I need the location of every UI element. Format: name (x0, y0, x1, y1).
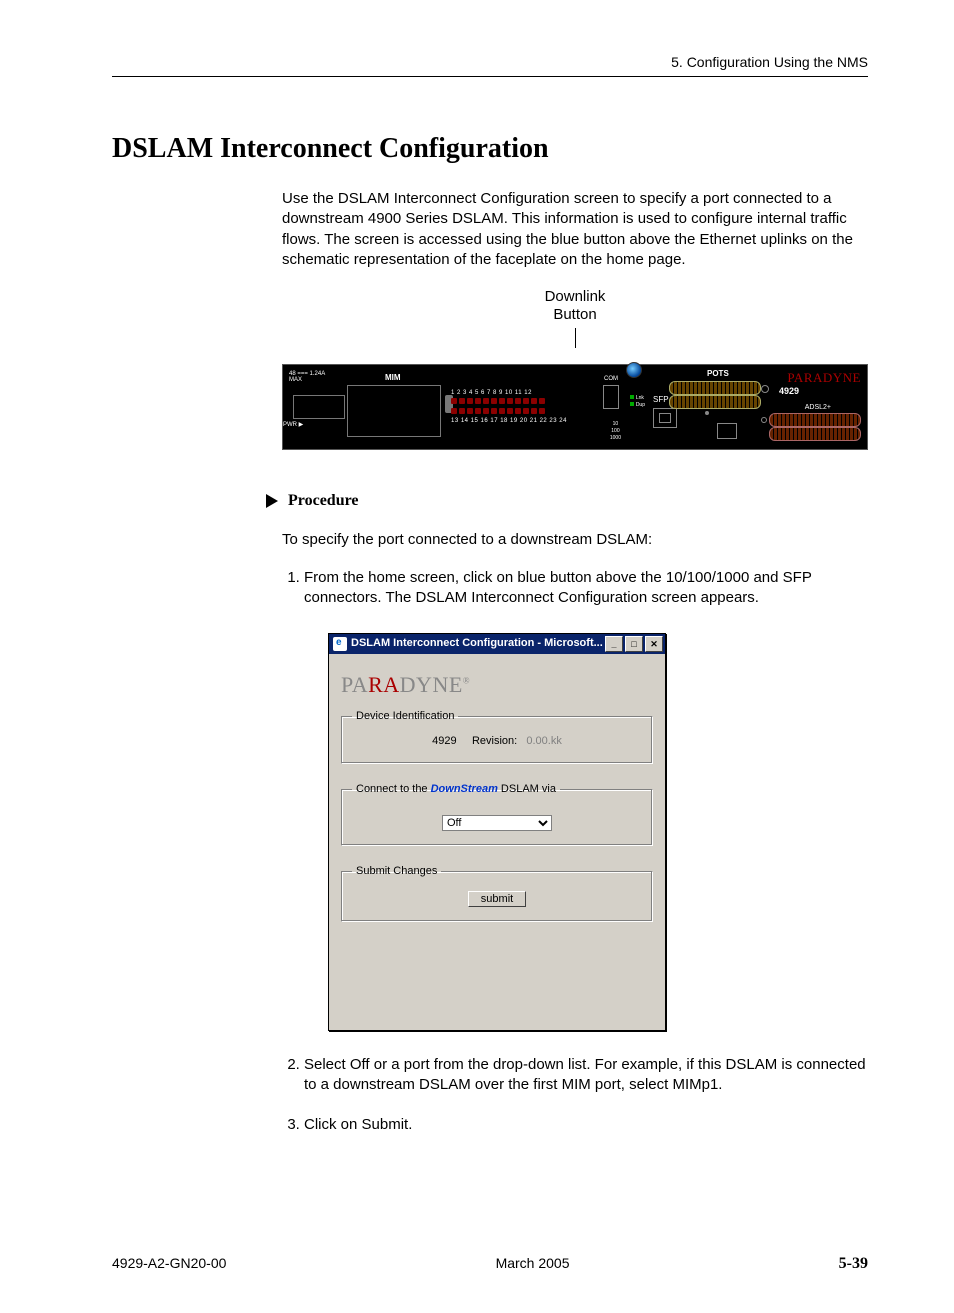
maximize-button[interactable]: □ (625, 636, 643, 652)
procedure-arrow-icon (266, 494, 278, 508)
fp-com-label: COM (599, 375, 623, 383)
fp-speed-label: 10 100 1000 (610, 421, 621, 441)
device-identification-legend: Device Identification (352, 709, 458, 724)
fp-mim-label: MIM (385, 373, 401, 384)
fp-adsl-label: ADSL2+ (805, 403, 831, 412)
fp-lnk-label: Lnk (636, 395, 644, 401)
chapter-label: 5. Configuration Using the NMS (671, 54, 868, 70)
fp-pots-label: POTS (707, 369, 729, 380)
downlink-callout: Downlink Button (282, 288, 868, 354)
submit-changes-legend: Submit Changes (352, 864, 441, 879)
revision-label: Revision: (472, 735, 517, 747)
footer-date: March 2005 (496, 1255, 570, 1271)
faceplate-diagram: 48 === 1.24A MAX PWR ▶ MIM 1 2 3 4 5 6 7… (282, 364, 868, 450)
intro-paragraph: Use the DSLAM Interconnect Configuration… (282, 189, 868, 270)
step-3: Click on Submit. (304, 1115, 868, 1135)
step-2: Select Off or a port from the drop-down … (304, 1055, 868, 1096)
minimize-button[interactable]: _ (605, 636, 623, 652)
downstream-port-select[interactable]: Off (442, 815, 552, 831)
fp-pwr-label: PWR ▶ (283, 421, 303, 429)
downlink-button[interactable] (626, 362, 642, 378)
ie-icon (333, 637, 347, 651)
submit-changes-group: Submit Changes submit (341, 864, 653, 922)
revision-value: 0.00.kk (526, 735, 561, 747)
fp-dup-label: Dup (636, 402, 645, 408)
submit-button[interactable]: submit (468, 891, 526, 907)
fp-max: MAX (289, 377, 302, 383)
procedure-lead: To specify the port connected to a downs… (282, 530, 868, 550)
footer-docnum: 4929-A2-GN20-00 (112, 1255, 226, 1271)
downstream-connect-legend: Connect to the DownStream DSLAM via (352, 782, 560, 797)
callout-line1: Downlink (545, 288, 606, 305)
device-identification-group: Device Identification 4929 Revision: 0.0… (341, 709, 653, 764)
fp-port-nums-top: 1 2 3 4 5 6 7 8 9 10 11 12 (451, 389, 597, 397)
downstream-connect-group: Connect to the DownStream DSLAM via Off (341, 782, 653, 846)
section-title: DSLAM Interconnect Configuration (112, 133, 868, 165)
paradyne-logo: PARADYNE® (341, 670, 653, 700)
device-model: 4929 (432, 735, 456, 747)
step-1: From the home screen, click on blue butt… (304, 568, 868, 1031)
fp-model: 4929 (779, 385, 799, 397)
callout-line2: Button (553, 306, 596, 323)
close-button[interactable]: ✕ (645, 636, 663, 652)
window-title: DSLAM Interconnect Configuration - Micro… (351, 636, 603, 651)
page-header: 5. Configuration Using the NMS (112, 54, 868, 77)
fp-port-nums-bot: 13 14 15 16 17 18 19 20 21 22 23 24 (451, 417, 597, 425)
window-titlebar[interactable]: DSLAM Interconnect Configuration - Micro… (329, 634, 665, 654)
config-window: DSLAM Interconnect Configuration - Micro… (328, 633, 666, 1031)
procedure-heading: Procedure (288, 490, 359, 512)
footer-pagenum: 5-39 (839, 1255, 868, 1273)
page-footer: 4929-A2-GN20-00 March 2005 5-39 (112, 1255, 868, 1273)
fp-brand: PARADYNE (787, 369, 861, 387)
